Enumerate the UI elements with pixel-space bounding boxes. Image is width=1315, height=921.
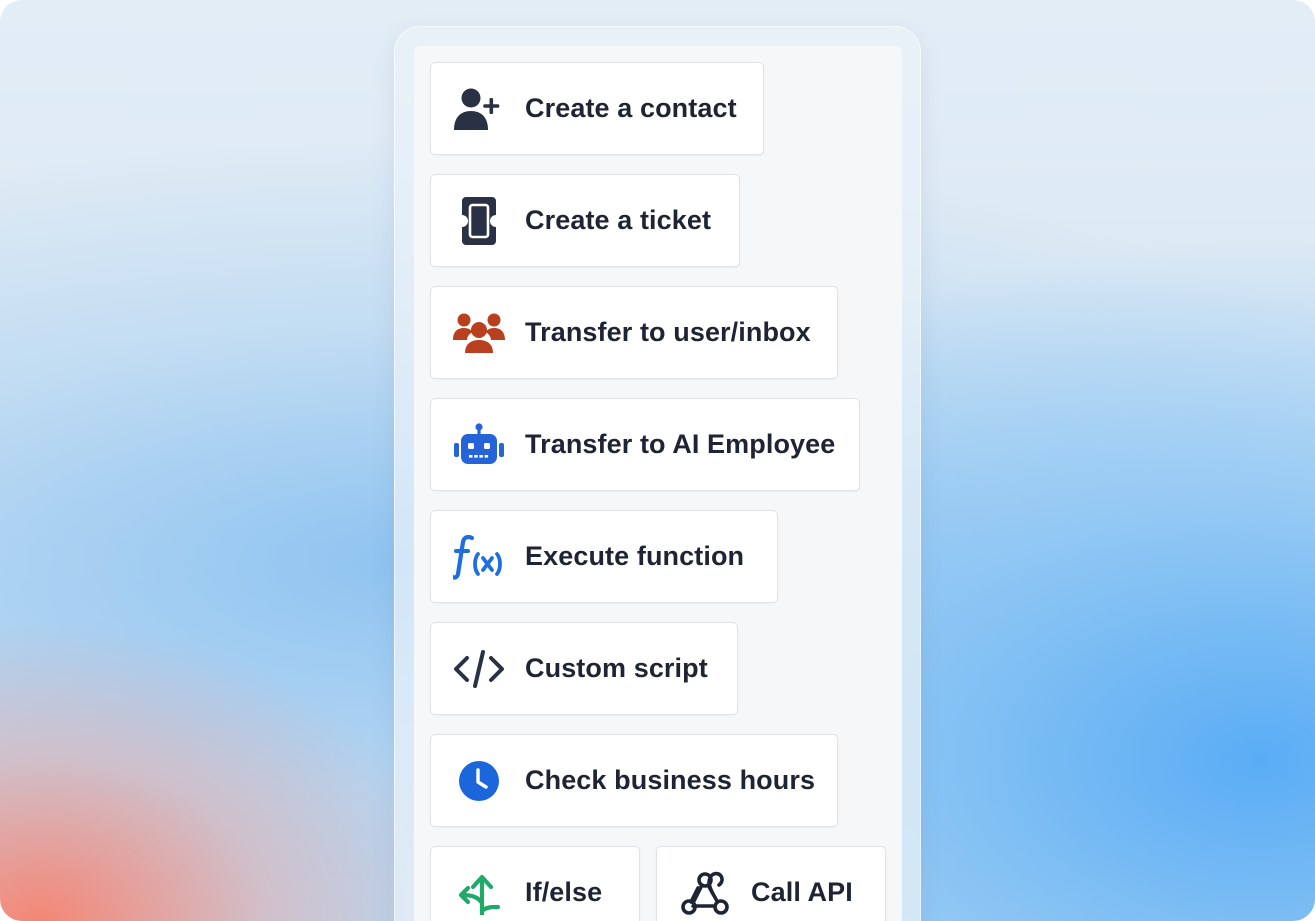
create-ticket-button[interactable]: Create a ticket xyxy=(430,174,740,267)
if-else-label: If/else xyxy=(525,877,603,907)
check-business-hours-label: Check business hours xyxy=(525,765,816,795)
background-canvas: Create a contact Create a ticket Transfe… xyxy=(0,0,1315,921)
users-group-icon xyxy=(453,307,505,359)
custom-script-label: Custom script xyxy=(525,653,708,683)
create-contact-button[interactable]: Create a contact xyxy=(430,62,764,155)
transfer-ai-employee-button[interactable]: Transfer to AI Employee xyxy=(430,398,860,491)
ticket-icon xyxy=(453,195,505,247)
execute-function-button[interactable]: Execute function xyxy=(430,510,778,603)
call-api-label: Call API xyxy=(751,877,853,907)
clock-icon xyxy=(453,755,505,807)
robot-icon xyxy=(453,419,505,471)
webhook-icon xyxy=(679,867,731,919)
create-ticket-label: Create a ticket xyxy=(525,205,712,235)
function-icon xyxy=(453,531,505,583)
check-business-hours-button[interactable]: Check business hours xyxy=(430,734,838,827)
add-user-icon xyxy=(453,83,505,135)
transfer-ai-employee-label: Transfer to AI Employee xyxy=(525,429,836,459)
create-contact-label: Create a contact xyxy=(525,93,737,123)
branch-icon xyxy=(453,867,505,919)
if-else-button[interactable]: If/else xyxy=(430,846,640,921)
transfer-user-inbox-label: Transfer to user/inbox xyxy=(525,317,811,347)
transfer-user-inbox-button[interactable]: Transfer to user/inbox xyxy=(430,286,838,379)
code-icon xyxy=(453,643,505,695)
execute-function-label: Execute function xyxy=(525,541,745,571)
custom-script-button[interactable]: Custom script xyxy=(430,622,738,715)
call-api-button[interactable]: Call API xyxy=(656,846,886,921)
